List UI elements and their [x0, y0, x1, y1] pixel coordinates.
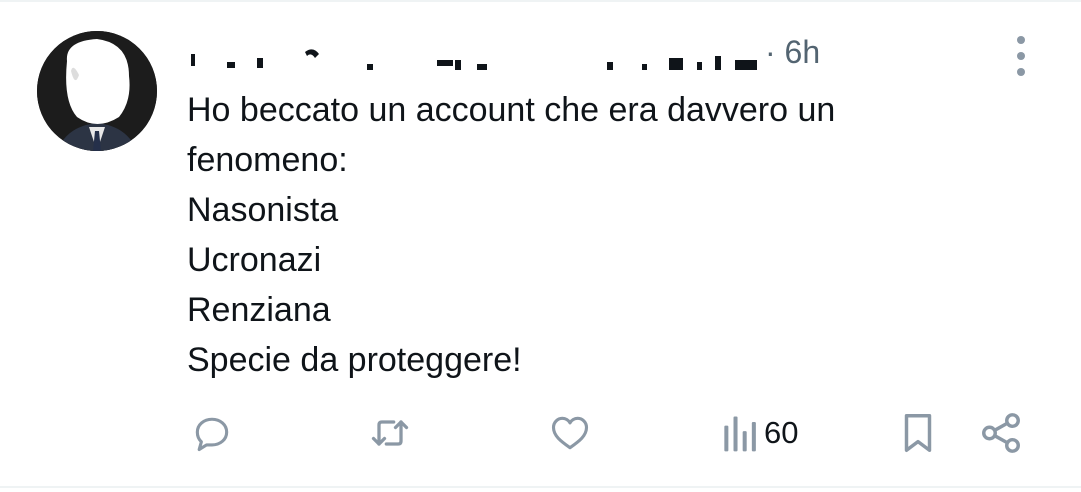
retweet-button[interactable]: [366, 405, 414, 461]
retweet-icon: [371, 420, 409, 446]
tweet-text-line: Ucronazi: [187, 241, 322, 279]
views-icon: [724, 416, 756, 452]
avatar[interactable]: [37, 31, 157, 151]
tweet-timestamp[interactable]: · 6h: [765, 32, 820, 72]
tweet-text-line: Nasonista: [187, 191, 339, 229]
tweet-card[interactable]: · 6h Ho beccato un account che era davve…: [0, 0, 1081, 492]
tweet-text-line: Specie da proteggere!: [187, 341, 522, 379]
views-button[interactable]: 60: [720, 405, 798, 461]
tweet-text-line: Renziana: [187, 291, 331, 329]
divider-bottom: [0, 486, 1081, 488]
tweet-text-line: Ho beccato un account che era davvero un: [187, 91, 836, 129]
tweet-text: Ho beccato un account che era davvero un…: [187, 85, 987, 385]
like-icon: [551, 416, 589, 450]
bookmark-button[interactable]: [898, 405, 938, 461]
reply-button[interactable]: [190, 405, 234, 461]
share-icon: [982, 413, 1020, 453]
divider-top: [0, 0, 1081, 2]
tweet-actions: 60: [0, 405, 1081, 465]
redacted-author-name: [187, 49, 762, 78]
tweet-text-line: fenomeno:: [187, 141, 348, 179]
views-count: 60: [764, 415, 799, 450]
reply-icon: [195, 417, 229, 452]
bookmark-icon: [904, 414, 932, 452]
like-button[interactable]: [547, 405, 593, 461]
more-icon[interactable]: [1004, 36, 1038, 76]
share-button[interactable]: [978, 405, 1024, 461]
tweet-header: · 6h: [187, 28, 907, 78]
